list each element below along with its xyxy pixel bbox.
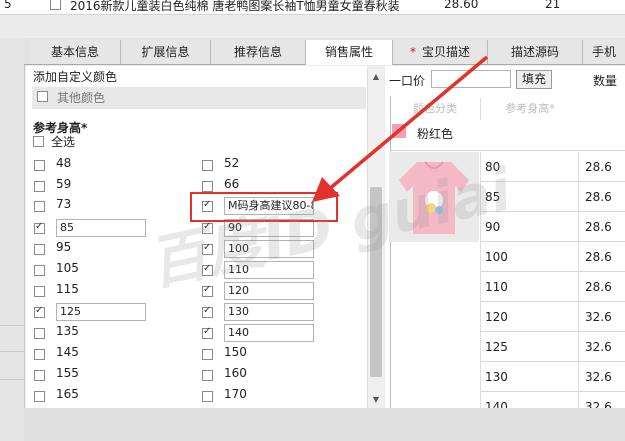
- price-input[interactable]: [431, 70, 511, 88]
- sku-height-cell: 120: [480, 302, 578, 332]
- height-checkbox-right-10[interactable]: [202, 370, 213, 381]
- height-option-label: 145: [56, 345, 79, 359]
- sku-height-cell: 100: [480, 242, 578, 272]
- row-index: 5: [4, 0, 12, 11]
- product-list-row[interactable]: 5 2016新款儿童装白色纯棉 唐老鸭图案长袖T恤男童女童春秋装 28.60 2…: [0, 0, 625, 15]
- height-checkbox-right-11[interactable]: [202, 391, 213, 402]
- select-all-checkbox[interactable]: [33, 136, 44, 147]
- row-title: 2016新款儿童装白色纯棉 唐老鸭图案长袖T恤男童女童春秋装: [70, 0, 400, 13]
- tab-mobile[interactable]: 手机: [583, 40, 625, 64]
- select-all-label: 全选: [51, 135, 76, 149]
- height-checkbox-left-6[interactable]: [34, 286, 45, 297]
- row-price: 28.60: [444, 0, 479, 11]
- height-checkbox-right-7[interactable]: [202, 305, 213, 318]
- column-height-header: 参考身高*: [480, 98, 579, 120]
- height-checkbox-right-9[interactable]: [202, 349, 213, 360]
- other-color-label: 其他颜色: [57, 91, 106, 105]
- tab-description-source[interactable]: 描述源码: [488, 40, 583, 64]
- height-option-label: 135: [56, 324, 79, 338]
- height-checkbox-left-3[interactable]: [34, 221, 45, 234]
- sku-height-cell: 125: [480, 332, 578, 362]
- sku-price-cell[interactable]: 28.6: [578, 272, 625, 302]
- color-swatch: [392, 124, 406, 138]
- height-checkbox-left-8[interactable]: [34, 328, 45, 339]
- height-checkbox-right-1[interactable]: [202, 181, 213, 192]
- tab-recommend-info[interactable]: 推荐信息: [211, 40, 306, 64]
- height-option-label: 48: [56, 156, 72, 170]
- height-option-label: 155: [56, 366, 79, 380]
- color-row-divider: [390, 150, 625, 151]
- sku-price-cell[interactable]: 28.6: [578, 182, 625, 212]
- bottom-bar: [24, 408, 625, 441]
- quantity-label: 数量: [593, 74, 618, 88]
- height-alias-input[interactable]: 125: [56, 303, 146, 321]
- height-alias-input[interactable]: 120: [224, 282, 314, 300]
- height-checkbox-left-10[interactable]: [34, 370, 45, 381]
- sku-price-cell[interactable]: 28.6: [578, 242, 625, 272]
- column-color-header: 颜色分类: [413, 102, 457, 115]
- height-checkbox-right-8[interactable]: [202, 326, 213, 339]
- fill-button[interactable]: 填充: [516, 70, 552, 89]
- height-checkbox-left-1[interactable]: [34, 181, 45, 192]
- height-checkbox-left-9[interactable]: [34, 349, 45, 360]
- sku-price-cell[interactable]: 32.6: [578, 302, 625, 332]
- height-option-label: 59: [56, 177, 72, 191]
- tab-extended-info[interactable]: 扩展信息: [121, 40, 211, 64]
- scroll-down-icon[interactable]: ▼: [370, 394, 382, 406]
- height-option-label: 105: [56, 261, 79, 275]
- height-alias-input[interactable]: 130: [224, 303, 314, 321]
- sku-price-cell[interactable]: 28.6: [578, 152, 625, 182]
- custom-color-label: 添加自定义颜色: [33, 70, 118, 84]
- height-checkbox-left-11[interactable]: [34, 391, 45, 402]
- other-color-checkbox[interactable]: [37, 91, 48, 102]
- row-checkbox[interactable]: [50, 0, 61, 10]
- height-option-label: 73: [56, 197, 72, 211]
- height-option-label: 160: [224, 366, 247, 380]
- sku-price-cell[interactable]: 28.6: [578, 212, 625, 242]
- price-label: 一口价: [389, 74, 426, 88]
- tab-sales-attributes[interactable]: 销售属性: [306, 40, 393, 65]
- height-option-label: 66: [224, 177, 240, 191]
- height-option-label: 115: [56, 282, 79, 296]
- row-qty: 21: [545, 0, 561, 11]
- height-option-label: 95: [56, 240, 72, 254]
- tab-basic-info[interactable]: 基本信息: [30, 40, 121, 64]
- height-checkbox-right-0[interactable]: [202, 160, 213, 171]
- height-alias-input[interactable]: 85: [56, 219, 146, 237]
- height-alias-input[interactable]: 140: [224, 324, 314, 342]
- height-checkbox-left-0[interactable]: [34, 160, 45, 171]
- height-checkbox-left-2[interactable]: [34, 201, 45, 212]
- tab-description[interactable]: * 宝贝描述: [393, 40, 488, 64]
- height-option-label: 170: [224, 387, 247, 401]
- sku-height-cell: 110: [480, 272, 578, 302]
- height-option-label: 165: [56, 387, 79, 401]
- height-checkbox-left-5[interactable]: [34, 265, 45, 276]
- sku-price-cell[interactable]: 32.6: [578, 332, 625, 362]
- sku-height-cell: 130: [480, 362, 578, 392]
- height-checkbox-left-4[interactable]: [34, 244, 45, 255]
- left-side-strip: [0, 38, 25, 441]
- scroll-up-icon[interactable]: ▲: [370, 71, 382, 83]
- color-name: 粉红色: [417, 127, 454, 141]
- sku-price-cell[interactable]: 32.6: [578, 362, 625, 392]
- height-option-label: 150: [224, 345, 247, 359]
- height-option-label: 52: [224, 156, 240, 170]
- height-checkbox-left-7[interactable]: [34, 305, 45, 318]
